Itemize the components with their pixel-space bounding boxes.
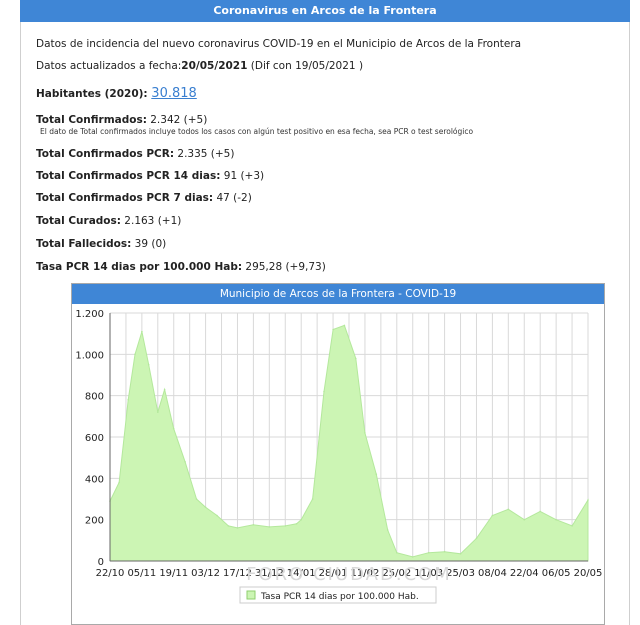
series-point — [311, 498, 314, 500]
legend-swatch — [246, 590, 256, 600]
pcr7-label: Total Confirmados PCR 7 dias: — [36, 192, 214, 204]
cured-value: 2.163 (+1) — [120, 215, 182, 227]
pcr7-value: 47 (-2) — [213, 192, 252, 204]
x-tick-label: 20/05 — [574, 568, 603, 579]
series-point — [252, 524, 255, 526]
y-tick-label: 200 — [85, 516, 104, 527]
deaths-line: Total Fallecidos: 39 (0) — [36, 238, 166, 250]
y-tick-label: 1.000 — [75, 350, 104, 361]
series-point — [284, 525, 287, 527]
confirmed-note: El dato de Total confirmados incluye tod… — [40, 127, 474, 136]
x-tick-label: 22/10 — [96, 568, 125, 579]
series-point — [323, 390, 325, 393]
chart-title: Municipio de Arcos de la Frontera - COVI… — [72, 284, 604, 304]
series-point — [216, 514, 218, 517]
series-point — [459, 553, 462, 555]
series-point — [268, 526, 271, 528]
updated-label: Datos actualizados a fecha: — [36, 60, 182, 72]
confirmed-label: Total Confirmados: — [36, 114, 147, 126]
series-point — [555, 518, 557, 521]
updated-diff: (Dif con 19/05/2021 ) — [247, 60, 364, 72]
pcr14-label: Total Confirmados PCR 14 dias: — [36, 170, 221, 182]
deaths-label: Total Fallecidos: — [36, 238, 132, 250]
chart-panel: Municipio de Arcos de la Frontera - COVI… — [71, 283, 605, 625]
x-tick-label: 08/04 — [478, 568, 507, 579]
chart-svg: 0 200 400 600 800 1.000 1.200 22/10 05/11 19/11 03… — [75, 309, 603, 604]
x-tick-label: 05/11 — [127, 568, 156, 579]
watermark-text: FORO CIUDAD.COM — [246, 564, 452, 585]
series-point — [147, 363, 150, 366]
series-point — [236, 527, 239, 529]
pcr-label: Total Confirmados PCR: — [36, 148, 175, 160]
rate-label: Tasa PCR 14 dias por 100.000 Hab: — [36, 261, 243, 273]
series-point — [343, 324, 346, 327]
y-tick-label: 0 — [98, 557, 104, 568]
rate-value: 295,28 (+9,73) — [242, 261, 326, 273]
legend-label: Tasa PCR 14 dias por 100.000 Hab. — [260, 592, 419, 602]
x-tick-label: 06/05 — [542, 568, 571, 579]
y-tick-label: 600 — [85, 433, 104, 444]
pcr14-line: Total Confirmados PCR 14 dias: 91 (+3) — [36, 170, 264, 182]
series-point — [443, 550, 446, 553]
series-point — [587, 499, 589, 501]
series-point — [364, 432, 366, 434]
series-point — [141, 330, 143, 333]
deaths-value: 39 (0) — [131, 238, 167, 250]
series-point — [396, 551, 398, 554]
cured-label: Total Curados: — [36, 215, 121, 227]
series-point — [539, 510, 541, 513]
cured-line: Total Curados: 2.163 (+1) — [36, 215, 181, 227]
series-point — [523, 518, 526, 521]
series-point — [163, 388, 166, 391]
series-point — [411, 556, 414, 558]
pcr14-value: 91 (+3) — [220, 170, 265, 182]
y-tick-label: 400 — [85, 474, 104, 485]
page-header: Coronavirus en Arcos de la Frontera — [20, 0, 630, 22]
series-point — [375, 473, 378, 475]
series-point — [491, 514, 494, 517]
pcr-line: Total Confirmados PCR: 2.335 (+5) — [36, 148, 234, 160]
population-link[interactable]: 30.818 — [151, 86, 197, 101]
series-point — [571, 525, 573, 527]
population-label: Habitantes (2020): — [36, 88, 152, 100]
series-point — [300, 518, 302, 521]
series-point — [507, 508, 510, 511]
series-point — [204, 506, 207, 509]
series-point — [427, 551, 430, 554]
series-point — [295, 523, 298, 525]
series-point — [332, 328, 334, 331]
y-tick-label: 1.200 — [75, 309, 104, 320]
rate-line: Tasa PCR 14 dias por 100.000 Hab: 295,28… — [36, 261, 326, 273]
series-point — [475, 537, 478, 540]
pcr7-line: Total Confirmados PCR 7 dias: 47 (-2) — [36, 192, 252, 204]
series-point — [195, 498, 198, 500]
series-point — [184, 461, 186, 463]
series-point — [157, 411, 159, 413]
updated-date: 20/05/2021 — [181, 60, 248, 72]
series-point — [227, 525, 230, 527]
confirmed-line: Total Confirmados: 2.342 (+5) — [36, 114, 207, 126]
x-tick-label: 22/04 — [510, 568, 539, 579]
y-tick-label: 800 — [85, 392, 104, 403]
x-tick-label: 03/12 — [191, 568, 220, 579]
series-point — [172, 427, 175, 430]
intro-text: Datos de incidencia del nuevo coronaviru… — [36, 38, 522, 50]
series-point — [118, 481, 120, 484]
pcr-value: 2.335 (+5) — [174, 148, 235, 160]
series-point — [355, 357, 357, 360]
population-line: Habitantes (2020): 30.818 — [36, 86, 197, 101]
confirmed-value: 2.342 (+5) — [146, 114, 208, 126]
updated-line: Datos actualizados a fecha:20/05/2021 (D… — [36, 60, 363, 72]
series-area — [109, 324, 589, 562]
x-tick-label: 19/11 — [159, 568, 188, 579]
series-point — [127, 399, 129, 401]
series-point — [386, 529, 389, 531]
series-point — [134, 353, 136, 356]
